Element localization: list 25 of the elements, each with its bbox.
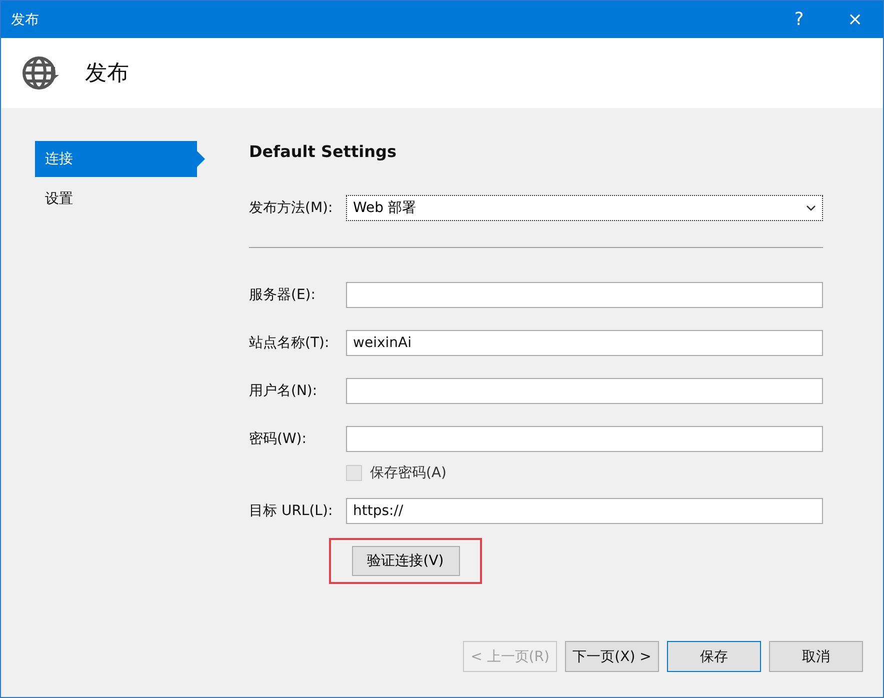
validate-button[interactable]: 验证连接(V) xyxy=(352,546,460,576)
field-label: 服务器(E): xyxy=(249,286,316,304)
footer-button[interactable]: 下一页(X) > xyxy=(565,641,659,672)
field-label: 密码(W): xyxy=(249,430,308,448)
input-field[interactable]: https:// xyxy=(346,498,823,524)
checkbox-label: 保存密码(A) xyxy=(370,464,447,482)
input-field[interactable] xyxy=(346,426,823,452)
input-field[interactable]: weixinAi xyxy=(346,330,823,356)
help-button[interactable]: ? xyxy=(771,1,827,38)
window-title: 发布 xyxy=(11,10,40,28)
pointer-icon xyxy=(197,151,205,167)
field-label: 目标 URL(L): xyxy=(249,502,334,520)
footer-button[interactable]: 取消 xyxy=(769,641,863,672)
section-title: Default Settings xyxy=(249,142,398,161)
chevron-icon xyxy=(806,205,816,211)
method-dropdown[interactable]: Web 部署 xyxy=(346,195,823,221)
input-field[interactable] xyxy=(346,378,823,404)
sidebar-item[interactable]: 设置 xyxy=(35,181,197,217)
field-label: 发布方法(M): xyxy=(249,199,334,217)
input-field[interactable] xyxy=(346,282,823,308)
header-title: 发布 xyxy=(85,60,129,88)
field-label: 用户名(N): xyxy=(249,382,318,400)
close-button[interactable]: × xyxy=(827,1,883,38)
field-label: 站点名称(T): xyxy=(249,334,330,352)
footer-button[interactable]: 保存 xyxy=(667,641,761,672)
